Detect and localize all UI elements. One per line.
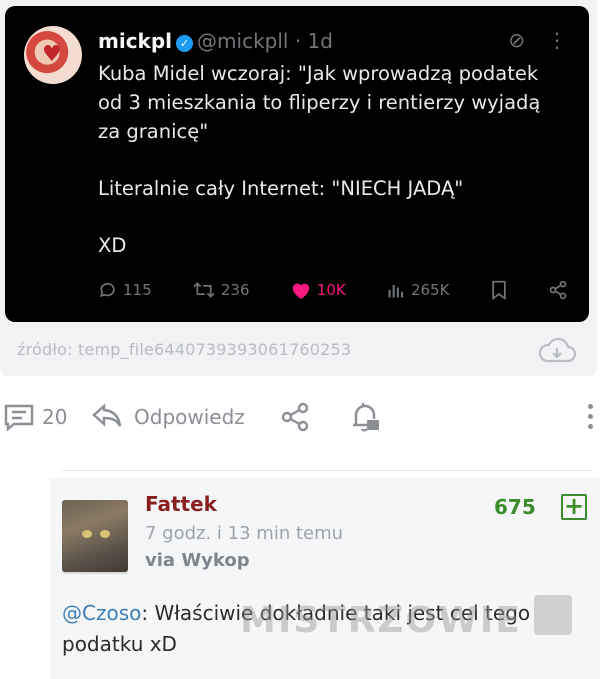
reply-count: 115	[123, 281, 152, 299]
reply-icon	[100, 282, 115, 298]
cloud-download-icon[interactable]	[537, 337, 577, 365]
reply-arrow-icon	[92, 403, 122, 427]
tweet[interactable]: ♥ mickpl ✓ @mickpll · 1d ⊘ ⋮ Kuba Midel wcz…	[5, 6, 589, 322]
reply-button[interactable]: 115	[98, 280, 152, 300]
verified-badge-icon: ✓	[176, 35, 194, 52]
more-options-icon[interactable]	[588, 404, 594, 434]
tweet-handle[interactable]: @mickpll	[197, 29, 288, 53]
observe-button[interactable]	[348, 400, 384, 436]
embedded-tweet-card: ♥ mickpl ✓ @mickpll · 1d ⊘ ⋮ Kuba Midel wcz…	[0, 0, 597, 376]
post-action-bar: 20 Odpowiedz	[0, 400, 600, 444]
comment-author[interactable]: Fattek	[145, 492, 217, 516]
bookmark-icon	[492, 280, 506, 300]
reply-label: Odpowiedz	[134, 405, 245, 429]
share-icon	[549, 280, 567, 300]
retweet-button[interactable]: 236	[192, 280, 250, 300]
watermark-logo-icon	[534, 595, 572, 635]
bell-icon	[353, 403, 379, 432]
watermark: MISTRZOWIE	[240, 600, 522, 641]
tweet-header: mickpl ✓ @mickpll · 1d	[98, 28, 333, 54]
like-count: 10K	[316, 281, 346, 299]
tweet-avatar[interactable]: ♥	[24, 26, 82, 84]
tweet-line: Kuba Midel wczoraj: "Jak wprowadzą podat…	[98, 62, 539, 85]
comments-button[interactable]: 20	[2, 400, 67, 434]
avatar-eye	[100, 530, 110, 538]
comment-score: 675	[494, 495, 536, 519]
tweet-line: XD	[98, 234, 127, 257]
retweet-icon	[193, 282, 215, 298]
upvote-button[interactable]: +	[561, 494, 587, 520]
views-button[interactable]: 265K	[386, 280, 449, 300]
mention-link[interactable]: @Czoso	[62, 601, 141, 625]
tweet-line: Literalnie cały Internet: "NIECH JADĄ"	[98, 177, 464, 200]
tweet-display-name[interactable]: mickpl	[98, 29, 172, 53]
like-button[interactable]: 10K	[290, 280, 346, 300]
comments-count: 20	[42, 405, 68, 429]
tweet-text: Kuba Midel wczoraj: "Jak wprowadzą podat…	[98, 59, 578, 260]
comment-avatar[interactable]	[62, 500, 128, 572]
reply-link[interactable]: Odpowiedz	[90, 400, 245, 434]
views-icon	[388, 285, 404, 298]
views-count: 265K	[410, 281, 450, 299]
source-caption[interactable]: źródło: temp_file6440739393061760253	[17, 340, 351, 359]
avatar-eye	[82, 530, 92, 538]
divider	[62, 470, 592, 471]
tweet-actions: 115 236 10K 265K	[98, 278, 568, 302]
comment-via[interactable]: via Wykop	[145, 550, 250, 571]
tweet-line: od 3 mieszkania to fliperzy i rentierzy …	[98, 91, 541, 114]
grok-icon[interactable]: ⊘	[508, 28, 525, 52]
share-icon	[281, 402, 309, 432]
tweet-top-icons: ⊘ ⋮	[486, 28, 567, 52]
heart-avatar-icon: ♥	[42, 42, 62, 67]
bookmark-button[interactable]	[490, 280, 508, 300]
more-icon[interactable]: ⋮	[547, 28, 567, 52]
tweet-age: · 1d	[294, 29, 333, 53]
heart-icon	[292, 283, 309, 300]
tweet-line: za granicę"	[98, 120, 209, 143]
comment-time[interactable]: 7 godz. i 13 min temu	[145, 523, 343, 544]
retweet-count: 236	[220, 281, 250, 299]
share-button[interactable]	[548, 280, 568, 300]
comments-icon	[4, 404, 34, 432]
comment: Fattek 7 godz. i 13 min temu via Wykop 6…	[50, 478, 600, 679]
share-post-button[interactable]	[278, 400, 312, 434]
